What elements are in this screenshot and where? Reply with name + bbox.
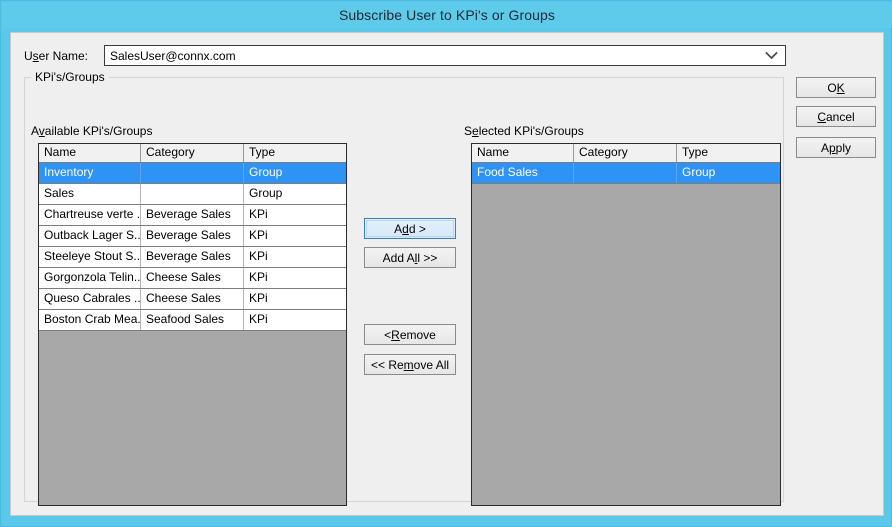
column-header-category[interactable]: Category	[574, 144, 677, 162]
remove-all-label-pre: << Re	[370, 357, 404, 372]
table-row[interactable]: Gorgonzola Telin... Cheese Sales KPi	[39, 268, 346, 289]
remove-label-mnemonic: R	[391, 327, 400, 342]
table-row[interactable]: Inventory Group	[39, 163, 346, 184]
selected-label-pre: S	[464, 124, 473, 138]
kpis-groups-groupbox-label: KPi's/Groups	[31, 70, 109, 84]
cell-type: KPi	[249, 270, 268, 284]
user-name-value: SalesUser@connx.com	[110, 49, 236, 63]
cell-type: KPi	[249, 291, 268, 305]
ok-button[interactable]: OK	[796, 77, 876, 98]
table-row[interactable]: Outback Lager S... Beverage Sales KPi	[39, 226, 346, 247]
cell-name: Sales	[39, 184, 141, 204]
user-name-combobox[interactable]: SalesUser@connx.com	[104, 45, 786, 66]
add-label-post: d >	[408, 221, 426, 236]
table-row[interactable]: Chartreuse verte ... Beverage Sales KPi	[39, 205, 346, 226]
apply-button[interactable]: Ap ply	[796, 137, 876, 158]
available-label-pre: A	[31, 124, 39, 138]
table-row[interactable]: Steeleye Stout S... Beverage Sales KPi	[39, 247, 346, 268]
cell-type: Group	[682, 165, 716, 179]
remove-label-pre: <	[384, 327, 392, 342]
cancel-button[interactable]: Cancel	[796, 106, 876, 127]
cell-name: Chartreuse verte ...	[39, 205, 141, 225]
cell-category: Beverage Sales	[141, 226, 244, 246]
dialog-window: Subscribe User to KPi's or Groups User N…	[0, 0, 892, 527]
column-header-type[interactable]: Type	[244, 144, 346, 162]
user-name-label: User Name:	[24, 49, 88, 63]
table-row[interactable]: Sales Group	[39, 184, 346, 205]
user-name-label-pre: U	[24, 49, 33, 63]
dialog-title: Subscribe User to KPi's or Groups	[338, 7, 556, 23]
selected-list-label: Selected KPi's/Groups	[464, 124, 584, 138]
cell-category: Beverage Sales	[141, 247, 244, 267]
cell-category	[141, 184, 244, 204]
table-row[interactable]: Boston Crab Mea... Seafood Sales KPi	[39, 310, 346, 331]
column-header-name[interactable]: Name	[39, 144, 141, 162]
cell-name: Boston Crab Mea...	[39, 310, 141, 330]
selected-label-mnemonic: e	[472, 124, 479, 138]
column-header-category[interactable]: Category	[141, 144, 244, 162]
add-all-button[interactable]: Add All >>	[364, 247, 456, 268]
cell-type: Group	[249, 165, 283, 179]
remove-button[interactable]: < Remove	[364, 324, 456, 345]
cancel-label-post: ancel	[825, 109, 855, 124]
ok-label-mnemonic: K	[836, 80, 845, 95]
available-label-post: ailable KPi's/Groups	[44, 124, 153, 138]
cell-type: KPi	[249, 207, 268, 221]
cell-type: KPi	[249, 312, 268, 326]
cell-name: Inventory	[39, 163, 141, 183]
ok-label-pre: O	[827, 80, 837, 95]
available-listbox-header: Name Category Type	[39, 144, 346, 163]
cell-name: Steeleye Stout S...	[39, 247, 141, 267]
remove-all-label-post: ove All	[413, 357, 450, 372]
column-header-type[interactable]: Type	[677, 144, 779, 162]
remove-all-button[interactable]: << Re m ove All	[364, 354, 456, 375]
apply-label-post: ply	[835, 140, 852, 155]
add-button[interactable]: Add >	[364, 218, 456, 239]
cell-type: Group	[249, 186, 283, 200]
dialog-client-area: User Name: SalesUser@connx.com KPi's/Gro…	[10, 32, 884, 516]
cell-name: Outback Lager S...	[39, 226, 141, 246]
user-name-row: User Name: SalesUser@connx.com	[24, 45, 874, 67]
cell-name: Gorgonzola Telin...	[39, 268, 141, 288]
cell-category: Cheese Sales	[141, 268, 244, 288]
add-label-pre: A	[394, 221, 403, 236]
cell-category	[574, 163, 677, 183]
add-label-mnemonic: d	[402, 221, 409, 236]
cell-name: Food Sales	[472, 163, 574, 183]
selected-listbox[interactable]: Name Category Type Food Sales Group	[471, 143, 781, 506]
cell-category: Beverage Sales	[141, 205, 244, 225]
table-row[interactable]: Queso Cabrales ... Cheese Sales KPi	[39, 289, 346, 310]
selected-listbox-header: Name Category Type	[472, 144, 780, 163]
add-all-label-pre: Add A	[382, 250, 415, 265]
cell-category: Seafood Sales	[141, 310, 244, 330]
available-listbox[interactable]: Name Category Type Inventory Group Sales Gr…	[38, 143, 347, 506]
available-list-label: Available KPi's/Groups	[31, 124, 152, 138]
add-all-label-post: l >>	[417, 250, 438, 265]
cell-category: Cheese Sales	[141, 289, 244, 309]
title-bar: Subscribe User to KPi's or Groups	[2, 2, 892, 28]
cell-type: KPi	[249, 228, 268, 242]
user-name-label-post: er Name:	[38, 49, 89, 63]
available-listbox-body: Inventory Group Sales Group Chartreuse verte…	[39, 163, 346, 331]
selected-listbox-body: Food Sales Group	[472, 163, 780, 184]
apply-label-mnemonic: p	[828, 140, 836, 155]
cell-category	[141, 163, 244, 183]
cell-name: Queso Cabrales ...	[39, 289, 141, 309]
selected-label-post: lected KPi's/Groups	[478, 124, 584, 138]
column-header-name[interactable]: Name	[472, 144, 574, 162]
cell-type: KPi	[249, 249, 268, 263]
remove-all-label-mnemonic: m	[403, 357, 414, 372]
chevron-down-icon[interactable]	[763, 46, 779, 65]
table-row[interactable]: Food Sales Group	[472, 163, 780, 184]
remove-label-post: emove	[399, 327, 436, 342]
apply-label-pre: A	[820, 140, 829, 155]
cancel-label-mnemonic: C	[817, 109, 826, 124]
